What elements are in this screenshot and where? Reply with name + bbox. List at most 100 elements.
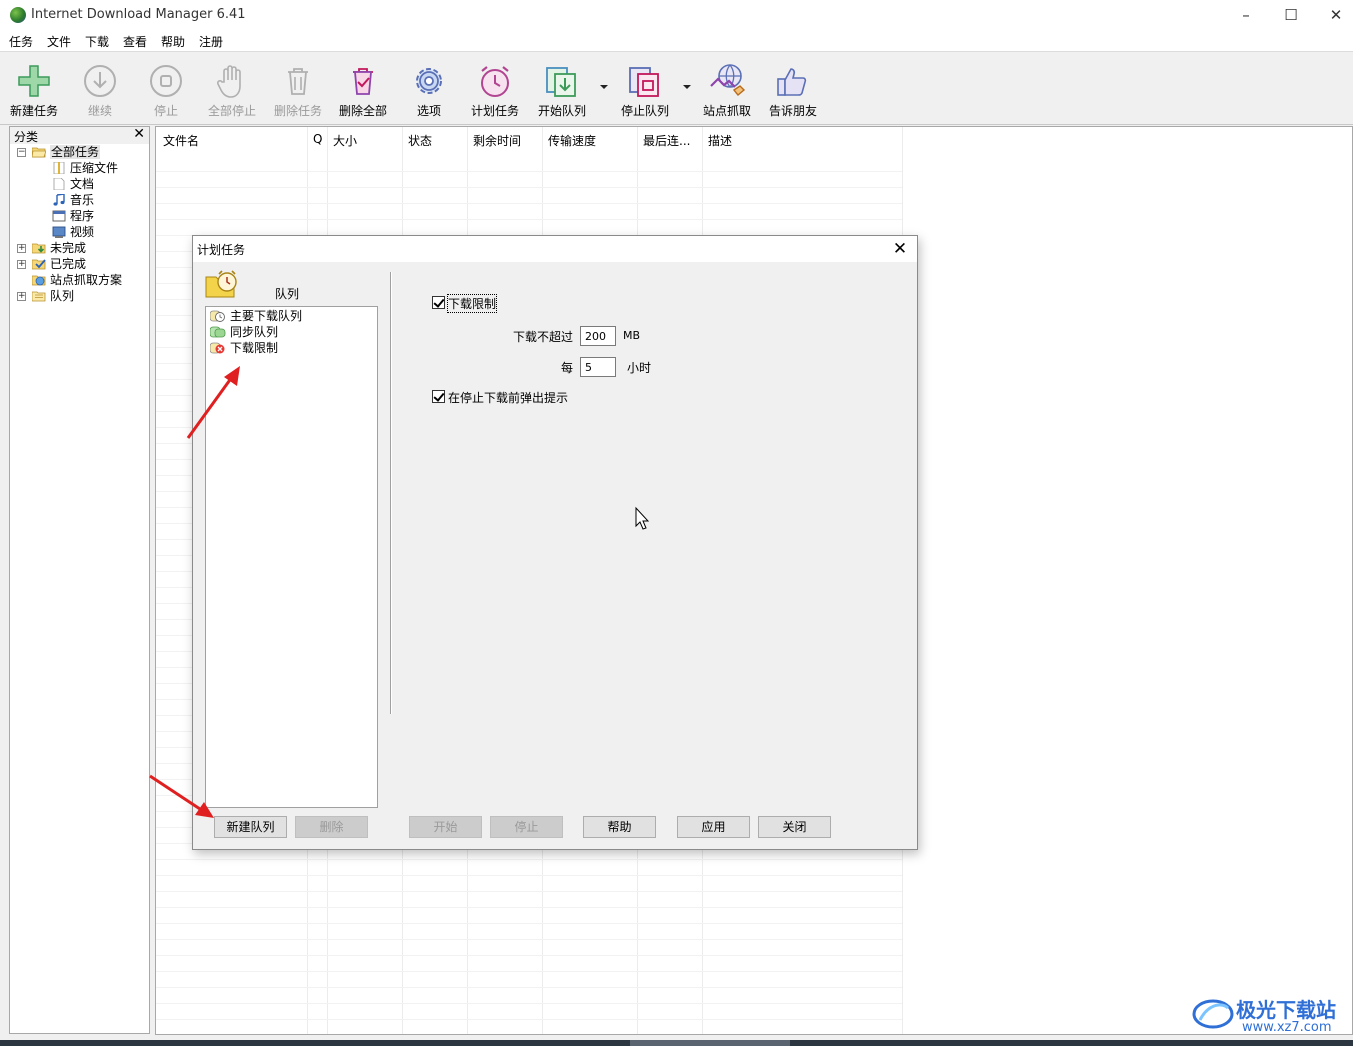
thumbs-up-icon bbox=[777, 68, 807, 96]
stop-button[interactable]: 停止 bbox=[134, 60, 198, 122]
queue-sync-icon bbox=[210, 326, 226, 338]
mb-unit-label: MB bbox=[623, 329, 641, 342]
row-gridline bbox=[156, 923, 902, 924]
column-description[interactable]: 描述 bbox=[708, 132, 732, 149]
scheduler-button[interactable]: 计划任务 bbox=[463, 60, 527, 122]
menu-help[interactable]: 帮助 bbox=[161, 33, 185, 50]
menu-file[interactable]: 文件 bbox=[47, 33, 71, 50]
queue-folder-icon bbox=[32, 291, 46, 302]
expand-icon[interactable]: + bbox=[17, 244, 26, 253]
stop-button-dialog[interactable]: 停止 bbox=[490, 816, 563, 838]
stop-queue-button[interactable]: 停止队列 bbox=[613, 60, 677, 122]
column-status[interactable]: 状态 bbox=[408, 132, 432, 149]
resume-button[interactable]: 继续 bbox=[68, 60, 132, 122]
row-gridline bbox=[156, 955, 902, 956]
menu-download[interactable]: 下载 bbox=[85, 33, 109, 50]
delete-task-button[interactable]: 删除任务 bbox=[266, 60, 330, 122]
queue-list[interactable]: 主要下载队列 同步队列 下载限制 bbox=[205, 306, 378, 808]
column-time-left[interactable]: 剩余时间 bbox=[473, 132, 521, 149]
unfinished-folder-icon bbox=[32, 243, 46, 254]
start-button[interactable]: 开始 bbox=[409, 816, 482, 838]
row-gridline bbox=[156, 859, 902, 860]
expand-icon[interactable]: + bbox=[17, 260, 26, 269]
start-queue-button[interactable]: 开始队列 bbox=[530, 60, 594, 122]
menu-view[interactable]: 查看 bbox=[123, 33, 147, 50]
mb-limit-input[interactable] bbox=[580, 326, 616, 346]
stop-all-button[interactable]: 全部停止 bbox=[200, 60, 264, 122]
queue-stop-icon bbox=[629, 67, 659, 97]
alarm-clock-icon bbox=[481, 66, 509, 97]
apply-button[interactable]: 应用 bbox=[677, 816, 750, 838]
download-limit-label[interactable]: 下载限制 bbox=[446, 294, 498, 313]
tree-label-all: 全部任务 bbox=[50, 145, 101, 159]
tree-item-finished[interactable]: 已完成 bbox=[32, 256, 86, 272]
site-grabber-button[interactable]: 站点抓取 bbox=[695, 60, 759, 122]
row-gridline bbox=[156, 187, 902, 188]
idm-logo-icon bbox=[10, 7, 26, 23]
tree-item-documents[interactable]: 文档 bbox=[52, 176, 94, 192]
row-gridline bbox=[156, 1003, 902, 1004]
options-button[interactable]: 选项 bbox=[397, 60, 461, 122]
queue-item-sync-label: 同步队列 bbox=[230, 325, 279, 339]
tree-item-all[interactable]: 全部任务 bbox=[32, 144, 101, 160]
queue-item-main[interactable]: 主要下载队列 bbox=[210, 308, 302, 324]
close-window-button[interactable]: ✕ bbox=[1313, 0, 1353, 30]
program-window-icon bbox=[52, 210, 66, 222]
dialog-close-icon[interactable]: ✕ bbox=[885, 236, 915, 262]
stop-queue-dropdown-icon[interactable] bbox=[682, 82, 692, 92]
queue-item-limit-label: 下载限制 bbox=[230, 341, 279, 355]
row-gridline bbox=[156, 971, 902, 972]
zip-file-icon bbox=[53, 162, 65, 174]
column-q[interactable]: Q bbox=[313, 132, 322, 146]
delete-queue-button[interactable]: 删除 bbox=[295, 816, 368, 838]
close-button[interactable]: 关闭 bbox=[758, 816, 831, 838]
hours-input[interactable] bbox=[580, 357, 616, 377]
collapse-icon[interactable]: − bbox=[17, 148, 26, 157]
maximize-button[interactable]: ☐ bbox=[1268, 0, 1314, 30]
document-icon bbox=[53, 178, 65, 190]
menu-tasks[interactable]: 任务 bbox=[9, 33, 33, 50]
queue-item-sync[interactable]: 同步队列 bbox=[210, 324, 278, 340]
expand-icon[interactable]: + bbox=[17, 292, 26, 301]
menu-register[interactable]: 注册 bbox=[199, 33, 223, 50]
stop-icon bbox=[150, 65, 182, 97]
hours-unit-label: 小时 bbox=[627, 361, 652, 375]
help-button[interactable]: 帮助 bbox=[583, 816, 656, 838]
start-queue-dropdown-icon[interactable] bbox=[599, 82, 609, 92]
row-gridline bbox=[156, 1019, 902, 1020]
category-title: 分类 bbox=[14, 130, 39, 144]
tree-label-finished: 已完成 bbox=[50, 257, 87, 271]
new-task-label: 新建任务 bbox=[9, 104, 58, 118]
globe-grabber-icon bbox=[710, 64, 746, 96]
list-header: 文件名 Q 大小 状态 剩余时间 传输速度 最后连... 描述 bbox=[156, 127, 1352, 153]
tree-item-video[interactable]: 视频 bbox=[52, 224, 94, 240]
popup-before-stop-label[interactable]: 在停止下载前弹出提示 bbox=[448, 389, 568, 406]
new-task-button[interactable]: 新建任务 bbox=[2, 60, 66, 122]
tree-item-music[interactable]: 音乐 bbox=[52, 192, 94, 208]
tree-item-compressed[interactable]: 压缩文件 bbox=[52, 160, 118, 176]
tree-item-unfinished[interactable]: 未完成 bbox=[32, 240, 86, 256]
new-queue-button[interactable]: 新建队列 bbox=[214, 816, 287, 838]
delete-all-button[interactable]: 删除全部 bbox=[331, 60, 395, 122]
close-icon[interactable]: ✕ bbox=[133, 126, 145, 142]
queue-item-limit[interactable]: 下载限制 bbox=[210, 340, 278, 356]
category-panel: 分类 ✕ − 全部任务 压缩文件 文档 音乐 程序 视频 + 未完成 + 已完成… bbox=[9, 126, 150, 1034]
tree-item-programs[interactable]: 程序 bbox=[52, 208, 94, 224]
download-limit-checkbox[interactable] bbox=[432, 296, 445, 309]
taskbar-segment bbox=[630, 1040, 790, 1046]
tree-item-queues[interactable]: 队列 bbox=[32, 288, 74, 304]
popup-before-stop-checkbox[interactable] bbox=[432, 390, 445, 403]
tell-friend-button[interactable]: 告诉朋友 bbox=[761, 60, 825, 122]
column-size[interactable]: 大小 bbox=[333, 132, 357, 149]
options-label: 选项 bbox=[416, 104, 441, 118]
gear-icon bbox=[416, 68, 442, 94]
title-bar: Internet Download Manager 6.41 – ☐ ✕ bbox=[0, 0, 1353, 31]
row-gridline bbox=[156, 203, 902, 204]
menu-bar: 任务 文件 下载 查看 帮助 注册 bbox=[0, 31, 1353, 51]
column-last-try[interactable]: 最后连... bbox=[643, 132, 690, 149]
minimize-button[interactable]: – bbox=[1223, 0, 1269, 30]
stop-label: 停止 bbox=[153, 104, 178, 118]
tree-item-grabber-projects[interactable]: 站点抓取方案 bbox=[32, 272, 122, 288]
column-filename[interactable]: 文件名 bbox=[163, 132, 199, 149]
column-speed[interactable]: 传输速度 bbox=[548, 132, 596, 149]
